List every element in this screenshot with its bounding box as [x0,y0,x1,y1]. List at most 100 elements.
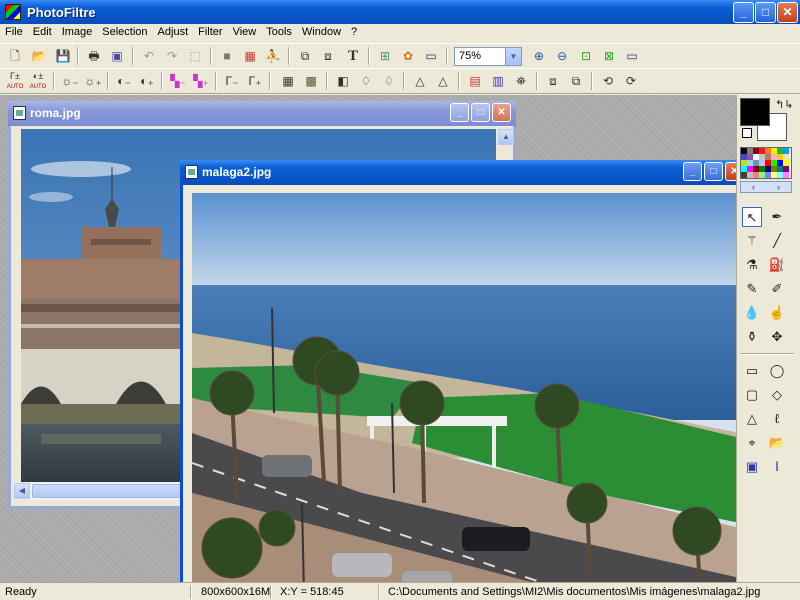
saturation-plus-icon[interactable]: ▚₊ [192,72,210,90]
advanced-brush-icon[interactable]: ✐ [767,279,787,299]
rounded-rect-select-icon[interactable]: ▢ [742,385,762,405]
fill-bucket-icon[interactable]: ⚗ [742,255,762,275]
brush-icon[interactable]: ✎ [742,279,762,299]
selection-tool-icon[interactable]: ↖ [742,207,762,227]
window-icon[interactable]: ▭ [422,47,440,65]
menu-file[interactable]: File [0,24,28,38]
grayscale-icon[interactable]: ■ [218,47,236,65]
maximize-button[interactable]: □ [755,2,776,23]
lasso-icon[interactable]: ℓ [767,409,787,429]
stamp-icon[interactable]: ⚱ [742,327,762,347]
image-size-icon[interactable]: ⧉ [296,47,314,65]
menu-view[interactable]: View [228,24,262,38]
color-balance-icon[interactable]: ▤ [466,72,484,90]
image-canvas[interactable] [192,193,740,593]
blur-icon[interactable]: ♢ [357,72,375,90]
menu-tools[interactable]: Tools [261,24,297,38]
plugins-icon[interactable]: ✿ [399,47,417,65]
menu-selection[interactable]: Selection [97,24,152,38]
select-all-icon[interactable]: ▣ [742,457,762,477]
sharpen-icon[interactable]: △ [411,72,429,90]
pixelate-icon[interactable]: ▦ [279,72,297,90]
scroll-up-icon[interactable]: ▲ [498,129,514,145]
menu-window[interactable]: Window [297,24,346,38]
scroll-thumb[interactable] [32,484,182,498]
sharpen-more-icon[interactable]: △ [434,72,452,90]
menu-adjust[interactable]: Adjust [153,24,194,38]
new-file-icon[interactable]: 🗋 [6,47,24,65]
contrast-plus-icon[interactable]: ◐₊ [138,72,156,90]
texture-icon[interactable]: ▩ [302,72,320,90]
close-button[interactable]: ✕ [777,2,798,23]
spray-icon[interactable]: ⛽ [767,255,787,275]
triangle-select-icon[interactable]: △ [742,409,762,429]
mirror-icon[interactable]: ◧ [334,72,352,90]
menu-edit[interactable]: Edit [28,24,57,38]
move-icon[interactable]: ✥ [767,327,787,347]
save-icon[interactable]: 💾 [54,47,72,65]
auto-levels-icon[interactable]: Γ± AUTO [6,72,24,91]
chevron-down-icon[interactable]: ▼ [505,48,521,65]
app-icon[interactable] [5,4,21,20]
open-folder-icon[interactable]: 📂 [30,47,48,65]
effects-icon[interactable]: ⛯ [512,72,530,90]
eyedropper-icon[interactable]: ✒ [767,207,787,227]
minimize-button[interactable]: _ [683,162,702,181]
flip-horizontal-icon[interactable]: ⧈ [544,72,562,90]
full-screen-icon[interactable]: ▭ [623,47,641,65]
palette-next-icon[interactable]: › [777,182,780,192]
browser-icon[interactable]: ⊞ [376,47,394,65]
swap-colors-icon[interactable]: ↰↳ [775,98,793,111]
maximize-button[interactable]: □ [704,162,723,181]
run-icon[interactable]: ⛹ [264,47,282,65]
blur-more-icon[interactable]: ♢ [380,72,398,90]
palette-prev-icon[interactable]: ‹ [752,182,755,192]
menu-image[interactable]: Image [57,24,98,38]
rectangle-select-icon[interactable]: ▭ [742,361,762,381]
cut-icon[interactable]: ⬚ [186,47,204,65]
saturation-minus-icon[interactable]: ▚₋ [169,72,187,90]
scan-icon[interactable]: ▣ [108,47,126,65]
auto-contrast-icon[interactable]: ◐± AUTO [29,72,47,91]
contrast-minus-icon[interactable]: ◐₋ [115,72,133,90]
color-palette-icon[interactable]: ▦ [241,47,259,65]
rgb-icon[interactable]: ▥ [489,72,507,90]
blur-drop-icon[interactable]: 💧 [742,303,762,323]
foreground-color-swatch[interactable] [740,98,770,126]
text-tool-icon[interactable]: T [344,47,362,65]
document-title-bar[interactable]: malaga2.jpg _ □ ✕ [180,160,744,185]
gamma-minus-icon[interactable]: Γ₋ [223,72,241,90]
open-selection-icon[interactable]: 📂 [767,433,787,453]
color-swatch-grid[interactable] [740,147,792,179]
zoom-out-icon[interactable]: ⊖ [553,47,571,65]
reset-colors-icon[interactable] [742,128,752,138]
document-title-bar[interactable]: roma.jpg _ □ ✕ [8,101,516,126]
canvas-size-icon[interactable]: ⧈ [319,47,337,65]
brightness-minus-icon[interactable]: ☼₋ [61,72,79,90]
gamma-plus-icon[interactable]: Γ₊ [246,72,264,90]
rotate-right-icon[interactable]: ⟳ [622,72,640,90]
magic-wand-icon[interactable]: ⚚ [742,231,762,251]
maximize-button[interactable]: □ [471,103,490,122]
zoom-in-icon[interactable]: ⊕ [530,47,548,65]
document-window-malaga[interactable]: malaga2.jpg _ □ ✕ [180,160,744,593]
polygon-select-icon[interactable]: ⌖ [742,433,762,453]
fit-window-icon[interactable]: ⊡ [577,47,595,65]
text-cursor-icon[interactable]: Ⅰ [767,457,787,477]
undo-icon[interactable]: ↶ [140,47,158,65]
diamond-select-icon[interactable]: ◇ [767,385,787,405]
ellipse-select-icon[interactable]: ◯ [767,361,787,381]
smudge-icon[interactable]: ☝ [767,303,787,323]
flip-vertical-icon[interactable]: ⧉ [567,72,585,90]
zoom-select[interactable]: 75% ▼ [454,47,522,66]
minimize-button[interactable]: _ [450,103,469,122]
scroll-left-icon[interactable]: ◀ [14,483,30,499]
menu-help[interactable]: ? [346,24,362,38]
palette-navigator[interactable]: ‹ › [740,181,792,193]
color-swatch[interactable] [783,172,789,178]
rotate-left-icon[interactable]: ⟲ [599,72,617,90]
brightness-plus-icon[interactable]: ☼₊ [84,72,102,90]
minimize-button[interactable]: _ [733,2,754,23]
menu-filter[interactable]: Filter [193,24,227,38]
redo-icon[interactable]: ↷ [163,47,181,65]
